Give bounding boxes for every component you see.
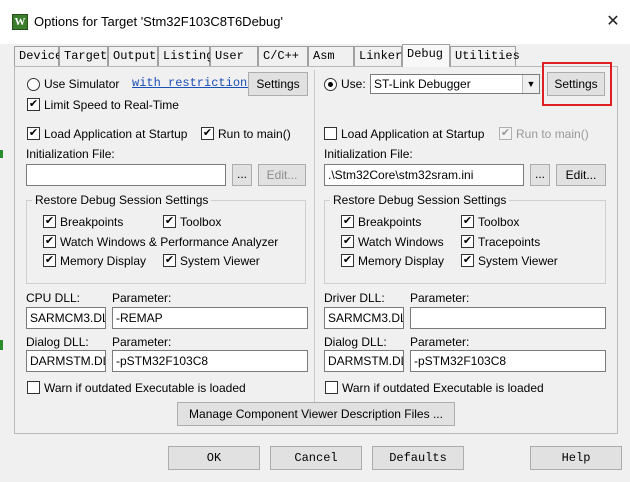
run-to-main-checkbox[interactable]: ✔ — [201, 127, 214, 140]
init-file-browse-button[interactable]: ... — [232, 164, 252, 186]
debugger-select-value: ST-Link Debugger — [374, 77, 471, 91]
tab-listing[interactable]: Listing — [158, 46, 213, 66]
warn-outdated-checkbox[interactable] — [27, 381, 40, 394]
cancel-button[interactable]: Cancel — [270, 446, 362, 470]
simulator-settings-button[interactable]: Settings — [248, 72, 308, 96]
watch-windows-checkbox[interactable]: ✔ — [43, 235, 56, 248]
tab-utilities[interactable]: Utilities — [450, 46, 520, 66]
breakpoints-label: Breakpoints — [60, 215, 124, 229]
breakpoints-checkbox[interactable]: ✔ — [341, 215, 354, 228]
system-viewer-label: System Viewer — [180, 254, 260, 268]
dialog-param-label: Parameter: — [410, 335, 470, 349]
breakpoints-checkbox[interactable]: ✔ — [43, 215, 56, 228]
dialog-param-input[interactable]: -pSTM32F103C8 — [410, 350, 606, 372]
use-simulator-radio[interactable] — [27, 78, 40, 91]
init-file-input[interactable]: .\Stm32Core\stm32sram.ini — [324, 164, 524, 186]
background-fragment — [0, 340, 3, 350]
dialog-dll-label: Dialog DLL: — [26, 335, 89, 349]
cpu-dll-input[interactable]: SARMCM3.DLL — [26, 307, 106, 329]
load-app-label: Load Application at Startup — [341, 127, 485, 141]
panel-divider — [314, 70, 315, 402]
restore-settings-title: Restore Debug Session Settings — [32, 193, 212, 207]
use-debugger-radio[interactable] — [324, 78, 337, 91]
close-icon[interactable]: ✕ — [604, 13, 622, 31]
window-title: Options for Target 'Stm32F103C8T6Debug' — [34, 14, 283, 29]
memory-display-label: Memory Display — [358, 254, 445, 268]
defaults-button[interactable]: Defaults — [372, 446, 464, 470]
limit-speed-checkbox[interactable]: ✔ — [27, 98, 40, 111]
use-simulator-label: Use Simulator — [44, 77, 120, 91]
tab-cc[interactable]: C/C++ — [258, 46, 308, 66]
init-file-label: Initialization File: — [324, 147, 413, 161]
tab-output[interactable]: Output — [108, 46, 158, 66]
tab-target[interactable]: Target — [59, 46, 108, 66]
dialog-dll-label: Dialog DLL: — [324, 335, 387, 349]
cpu-dll-label: CPU DLL: — [26, 291, 81, 305]
toolbox-label: Toolbox — [180, 215, 222, 229]
app-icon: W — [12, 14, 28, 30]
system-viewer-label: System Viewer — [478, 254, 558, 268]
system-viewer-checkbox[interactable]: ✔ — [163, 254, 176, 267]
load-app-checkbox[interactable] — [324, 127, 337, 140]
tracepoints-label: Tracepoints — [478, 235, 541, 249]
tab-linker[interactable]: Linker — [354, 46, 402, 66]
tab-user[interactable]: User — [210, 46, 258, 66]
init-file-browse-button[interactable]: ... — [530, 164, 550, 186]
cpu-param-label: Parameter: — [112, 291, 172, 305]
init-file-label: Initialization File: — [26, 147, 115, 161]
tab-debug[interactable]: Debug — [402, 44, 450, 67]
cpu-param-input[interactable]: -REMAP — [112, 307, 308, 329]
chevron-down-icon[interactable]: ▼ — [522, 75, 539, 93]
run-to-main-checkbox: ✔ — [499, 127, 512, 140]
dialog-param-input[interactable]: -pSTM32F103C8 — [112, 350, 308, 372]
use-label: Use: — [341, 77, 366, 91]
driver-dll-input[interactable]: SARMCM3.DLL — [324, 307, 404, 329]
run-to-main-label: Run to main() — [218, 127, 291, 141]
warn-outdated-label: Warn if outdated Executable is loaded — [342, 381, 544, 395]
init-file-input[interactable] — [26, 164, 226, 186]
restore-settings-title: Restore Debug Session Settings — [330, 193, 510, 207]
load-app-label: Load Application at Startup — [44, 127, 188, 141]
dialog-param-label: Parameter: — [112, 335, 172, 349]
background-fragment — [0, 150, 3, 158]
with-restrictions-link[interactable]: with restrictions — [132, 76, 254, 90]
debugger-select[interactable]: ST-Link Debugger ▼ — [370, 74, 540, 94]
toolbox-checkbox[interactable]: ✔ — [163, 215, 176, 228]
limit-speed-label: Limit Speed to Real-Time — [44, 98, 179, 112]
memory-display-label: Memory Display — [60, 254, 147, 268]
init-file-edit-button[interactable]: Edit... — [556, 164, 606, 186]
system-viewer-checkbox[interactable]: ✔ — [461, 254, 474, 267]
warn-outdated-label: Warn if outdated Executable is loaded — [44, 381, 246, 395]
load-app-checkbox[interactable]: ✔ — [27, 127, 40, 140]
init-file-edit-button[interactable]: Edit... — [258, 164, 306, 186]
memory-display-checkbox[interactable]: ✔ — [43, 254, 56, 267]
watch-windows-label: Watch Windows — [358, 235, 444, 249]
ok-button[interactable]: OK — [168, 446, 260, 470]
toolbox-label: Toolbox — [478, 215, 520, 229]
dialog-dll-input[interactable]: DARMSTM.DLL — [26, 350, 106, 372]
memory-display-checkbox[interactable]: ✔ — [341, 254, 354, 267]
run-to-main-label: Run to main() — [516, 127, 589, 141]
watch-windows-label: Watch Windows & Performance Analyzer — [60, 235, 279, 249]
help-button[interactable]: Help — [530, 446, 622, 470]
tab-device[interactable]: Device — [14, 46, 62, 66]
tracepoints-checkbox[interactable]: ✔ — [461, 235, 474, 248]
debugger-settings-button[interactable]: Settings — [547, 72, 605, 96]
manage-component-viewer-button[interactable]: Manage Component Viewer Description File… — [177, 402, 455, 426]
driver-dll-label: Driver DLL: — [324, 291, 385, 305]
watch-windows-checkbox[interactable]: ✔ — [341, 235, 354, 248]
driver-param-label: Parameter: — [410, 291, 470, 305]
toolbox-checkbox[interactable]: ✔ — [461, 215, 474, 228]
dialog-dll-input[interactable]: DARMSTM.DLL — [324, 350, 404, 372]
breakpoints-label: Breakpoints — [358, 215, 422, 229]
driver-param-input[interactable] — [410, 307, 606, 329]
warn-outdated-checkbox[interactable] — [325, 381, 338, 394]
tab-asm[interactable]: Asm — [308, 46, 354, 66]
